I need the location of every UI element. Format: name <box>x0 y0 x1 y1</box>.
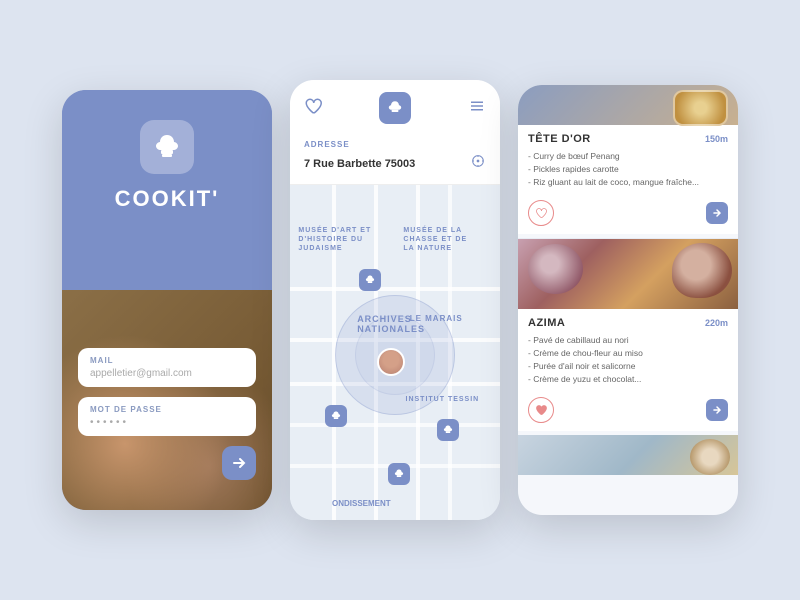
restaurant-2-detail-button[interactable] <box>706 399 728 421</box>
map-background: Musée d'art etd'histoire dujudaisme Musé… <box>290 185 500 520</box>
chef-pin-2[interactable] <box>325 405 347 427</box>
map-label-institut: Institut Tessin <box>406 396 480 403</box>
app-title: COOKIT' <box>115 186 220 212</box>
chef-pin-icon-4 <box>393 468 405 480</box>
restaurant-1-favorite-button[interactable] <box>528 200 554 226</box>
chef-pin-1[interactable] <box>359 269 381 291</box>
address-bar: ADRESSE 7 Rue Barbette 75003 <box>290 134 500 185</box>
restaurant-2-name: AZIMA <box>528 317 565 329</box>
restaurant-card-2: AZIMA 220m - Pavé de cabillaud au nori -… <box>518 309 738 431</box>
restaurant-1-footer <box>518 196 738 234</box>
password-label: MOT DE PASSE <box>90 405 244 414</box>
arrow-right-icon-2 <box>712 405 722 415</box>
address-value[interactable]: 7 Rue Barbette 75003 <box>304 158 415 170</box>
chef-pin-icon-3 <box>442 424 454 436</box>
restaurant-1-distance: 150m <box>705 134 728 144</box>
login-submit-button[interactable] <box>222 446 256 480</box>
email-value: appelletier@gmail.com <box>90 368 244 379</box>
restaurant-1-detail-button[interactable] <box>706 202 728 224</box>
user-avatar <box>377 348 405 376</box>
restaurant-2-header: AZIMA 220m <box>528 317 728 329</box>
map-area[interactable]: Musée d'art etd'histoire dujudaisme Musé… <box>290 185 500 520</box>
heart-icon-2 <box>535 404 547 416</box>
login-top: COOKIT' <box>62 90 272 236</box>
restaurant-2-image <box>518 239 738 309</box>
top-food-decoration <box>673 90 728 126</box>
top-partial-image <box>518 85 738 125</box>
chef-pin-icon-1 <box>364 274 376 286</box>
bottom-partial-image <box>518 435 738 475</box>
heart-icon-1 <box>535 207 547 219</box>
password-field-container[interactable]: MOT DE PASSE •••••• <box>78 397 256 436</box>
restaurant-1-name: TÊTE D'OR <box>528 133 591 145</box>
map-label-museum1: Musée d'art etd'histoire dujudaisme <box>298 226 371 253</box>
restaurant-card-1: TÊTE D'OR 150m - Curry de bœuf Penang - … <box>518 125 738 234</box>
heart-outline-icon <box>304 97 322 115</box>
address-row: 7 Rue Barbette 75003 <box>304 153 486 174</box>
restaurants-screen: TÊTE D'OR 150m - Curry de bœuf Penang - … <box>518 85 738 515</box>
menu-lines-icon <box>468 97 486 115</box>
chef-pin-4[interactable] <box>388 463 410 485</box>
arrow-right-icon-1 <box>712 208 722 218</box>
restaurant-2-favorite-button[interactable] <box>528 397 554 423</box>
avatar-face <box>379 350 403 374</box>
chef-hat-logo <box>140 120 194 174</box>
favorite-button[interactable] <box>304 97 322 120</box>
map-chef-logo <box>379 92 411 124</box>
restaurant-1-menu: - Curry de bœuf Penang - Pickles rapides… <box>528 150 728 188</box>
location-icon[interactable] <box>470 153 486 174</box>
map-header <box>290 80 500 134</box>
screens-container: COOKIT' MAIL appelletier@gmail.com MOT D… <box>42 50 758 550</box>
password-dots: •••••• <box>90 417 244 428</box>
restaurant-2-distance: 220m <box>705 318 728 328</box>
chef-hat-small-icon <box>386 99 404 117</box>
restaurant-2-footer <box>518 393 738 431</box>
map-label-marais: LE MARAIS <box>410 314 463 323</box>
login-screen: COOKIT' MAIL appelletier@gmail.com MOT D… <box>62 90 272 510</box>
arrow-right-icon <box>231 455 247 471</box>
restaurant-1-info: TÊTE D'OR 150m - Curry de bœuf Penang - … <box>518 125 738 196</box>
map-label-ondissement: ONDISSEMENT <box>332 499 391 508</box>
email-field-container[interactable]: MAIL appelletier@gmail.com <box>78 348 256 387</box>
restaurant-1-header: TÊTE D'OR 150m <box>528 133 728 145</box>
restaurant-2-menu: - Pavé de cabillaud au nori - Crème de c… <box>528 334 728 385</box>
restaurant-2-info: AZIMA 220m - Pavé de cabillaud au nori -… <box>518 309 738 393</box>
map-label-museum2: Musée de laChasse et dela Nature <box>403 226 467 253</box>
chef-pin-icon-2 <box>330 410 342 422</box>
compass-icon <box>470 153 486 169</box>
chef-pin-3[interactable] <box>437 419 459 441</box>
email-label: MAIL <box>90 356 244 365</box>
food-bowl <box>528 244 583 294</box>
hamburger-menu-icon[interactable] <box>468 97 486 120</box>
food-decoration-2 <box>672 243 732 298</box>
login-form: MAIL appelletier@gmail.com MOT DE PASSE … <box>78 348 256 480</box>
map-screen: ADRESSE 7 Rue Barbette 75003 <box>290 80 500 520</box>
bottom-food-decoration <box>690 439 730 475</box>
address-label: ADRESSE <box>304 140 486 149</box>
chef-hat-icon <box>151 131 183 163</box>
